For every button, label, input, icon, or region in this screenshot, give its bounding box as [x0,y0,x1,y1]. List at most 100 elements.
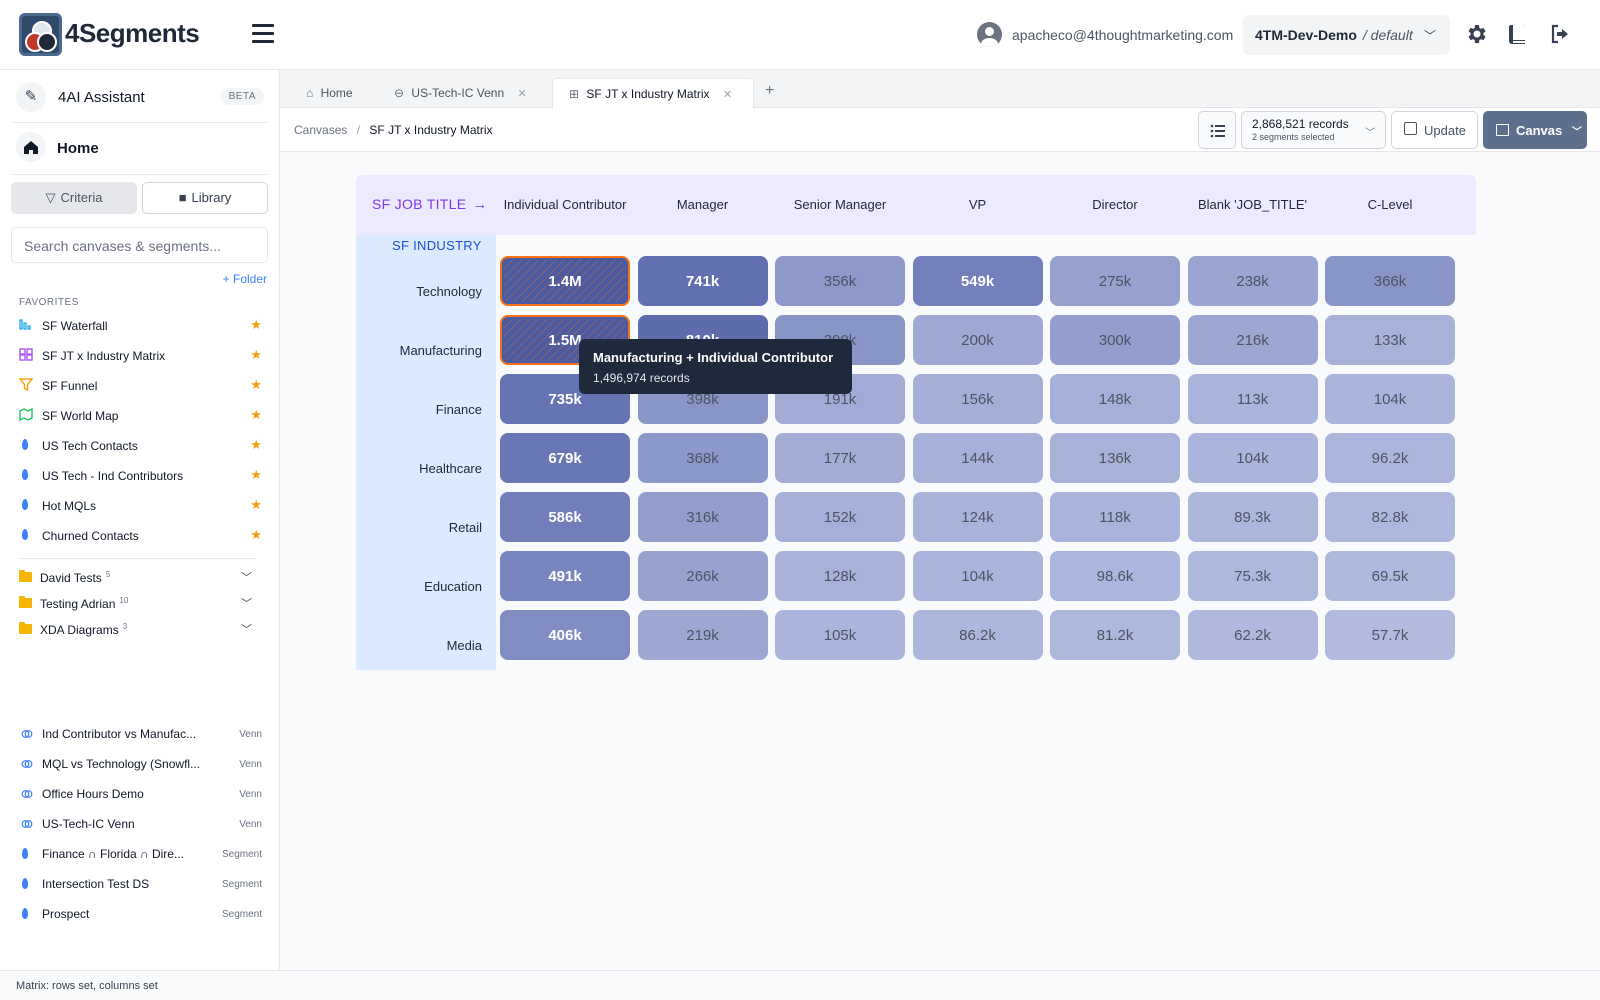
canvas-menu-button[interactable]: Canvas ﹀ [1483,111,1587,149]
matrix-cell[interactable]: 81.2k [1050,610,1180,660]
matrix-cell[interactable]: 86.2k [912,610,1043,660]
matrix-cell[interactable]: 1.4M [500,256,630,306]
tab-home[interactable]: ⌂ Home [306,78,353,108]
matrix-cell[interactable]: 586k [500,492,630,542]
matrix-cell[interactable]: 105k [775,610,905,660]
matrix-cell[interactable]: 75.3k [1187,551,1318,601]
matrix-cell[interactable]: 136k [1050,433,1180,483]
matrix-cell[interactable]: 148k [1050,374,1180,424]
row-header[interactable]: Retail [449,520,482,535]
matrix-cell[interactable]: 316k [637,492,768,542]
matrix-cell[interactable]: 741k [637,256,768,306]
matrix-cell[interactable]: 177k [775,433,905,483]
star-icon[interactable]: ★ [250,467,262,483]
matrix-cell[interactable]: 366k [1325,256,1455,306]
industry-axis-label[interactable]: SF INDUSTRY [392,238,482,253]
column-header[interactable]: Senior Manager [772,175,908,235]
search-input[interactable]: Search canvases & segments... [11,227,268,263]
row-header[interactable]: Education [424,579,482,594]
favorite-item[interactable]: SF World Map ★ [19,400,262,430]
column-header[interactable]: Individual Contributor [497,175,633,235]
matrix-cell[interactable]: 152k [775,492,905,542]
ai-assistant-button[interactable]: ✎ 4AI Assistant BETA [16,82,266,114]
favorite-item[interactable]: SF JT x Industry Matrix ★ [19,340,262,370]
matrix-cell[interactable]: 124k [912,492,1043,542]
gear-icon[interactable] [1464,22,1488,46]
matrix-cell[interactable]: 200k [912,315,1043,365]
book-icon[interactable] [1506,22,1530,46]
logout-icon[interactable] [1548,22,1572,46]
job-title-axis-label[interactable]: SF JOB TITLE → [372,196,488,213]
matrix-cell[interactable]: 82.8k [1325,492,1455,542]
column-header[interactable]: Blank 'JOB_TITLE' [1185,175,1321,235]
folder-item[interactable]: David Tests 5 ﹀ [19,564,262,590]
app-logo[interactable] [19,13,62,56]
row-header[interactable]: Manufacturing [400,343,482,358]
org-selector[interactable]: 4TM-Dev-Demo / default ﹀ [1243,15,1450,55]
matrix-cell[interactable]: 98.6k [1050,551,1180,601]
matrix-cell[interactable]: 62.2k [1187,610,1318,660]
favorite-item[interactable]: Hot MQLs ★ [19,490,262,520]
matrix-cell[interactable]: 104k [1325,374,1455,424]
matrix-cell[interactable]: 69.5k [1325,551,1455,601]
add-tab-button[interactable]: + [765,82,774,100]
matrix-cell[interactable]: 300k [1050,315,1180,365]
breadcrumb-canvases[interactable]: Canvases [294,123,347,137]
matrix-cell[interactable]: 238k [1187,256,1318,306]
close-icon[interactable]: ✕ [723,89,732,101]
matrix-cell[interactable]: 128k [775,551,905,601]
favorite-item[interactable]: US Tech - Ind Contributors ★ [19,460,262,490]
favorite-item[interactable]: US Tech Contacts ★ [19,430,262,460]
row-header[interactable]: Media [447,638,482,653]
folder-item[interactable]: XDA Diagrams 3 ﹀ [19,616,262,642]
matrix-cell[interactable]: 406k [500,610,630,660]
matrix-cell[interactable]: 133k [1325,315,1455,365]
favorite-item[interactable]: Churned Contacts ★ [19,520,262,550]
star-icon[interactable]: ★ [250,377,262,393]
library-button[interactable]: ■ Library [142,182,268,214]
library-item[interactable]: Prospect Segment [19,899,262,929]
update-button[interactable]: Update [1391,111,1478,149]
library-item[interactable]: US-Tech-IC Venn Venn [19,809,262,839]
sidebar-home[interactable]: Home [16,132,266,164]
tab-sf-jt-industry-matrix[interactable]: ⊞ SF JT x Industry Matrix ✕ [552,78,754,108]
star-icon[interactable]: ★ [250,497,262,513]
criteria-button[interactable]: ▽ Criteria [11,182,137,214]
matrix-cell[interactable]: 104k [912,551,1043,601]
close-icon[interactable]: ✕ [517,88,526,100]
matrix-cell[interactable]: 144k [912,433,1043,483]
star-icon[interactable]: ★ [250,317,262,333]
library-item[interactable]: Intersection Test DS Segment [19,869,262,899]
star-icon[interactable]: ★ [250,437,262,453]
library-item[interactable]: Finance ∩ Florida ∩ Dire... Segment [19,839,262,869]
library-item[interactable]: Ind Contributor vs Manufac... Venn [19,719,262,749]
matrix-cell[interactable]: 57.7k [1325,610,1455,660]
records-summary-button[interactable]: 2,868,521 records 2 segments selected ﹀ [1241,111,1386,149]
matrix-cell[interactable]: 549k [912,256,1043,306]
favorite-item[interactable]: SF Waterfall ★ [19,310,262,340]
matrix-cell[interactable]: 219k [637,610,768,660]
favorite-item[interactable]: SF Funnel ★ [18,370,262,400]
matrix-cell[interactable]: 368k [637,433,768,483]
matrix-cell[interactable]: 89.3k [1187,492,1318,542]
folder-item[interactable]: Testing Adrian 10 ﹀ [19,590,262,616]
library-item[interactable]: MQL vs Technology (Snowfl... Venn [19,749,262,779]
matrix-cell[interactable]: 356k [775,256,905,306]
add-folder-button[interactable]: + Folder [223,272,267,286]
chevron-down-icon[interactable]: ﹀ [241,569,252,585]
matrix-cell[interactable]: 491k [500,551,630,601]
row-header[interactable]: Healthcare [419,461,482,476]
row-header[interactable]: Technology [416,284,482,299]
chevron-down-icon[interactable]: ﹀ [241,595,252,611]
column-header[interactable]: C-Level [1322,175,1458,235]
chevron-down-icon[interactable]: ﹀ [241,621,252,637]
star-icon[interactable]: ★ [250,407,262,423]
column-header[interactable]: Director [1047,175,1183,235]
matrix-cell[interactable]: 156k [912,374,1043,424]
matrix-cell[interactable]: 118k [1050,492,1180,542]
matrix-cell[interactable]: 104k [1187,433,1318,483]
matrix-cell[interactable]: 216k [1187,315,1318,365]
row-header[interactable]: Finance [436,402,482,417]
matrix-cell[interactable]: 113k [1187,374,1318,424]
column-header[interactable]: Manager [635,175,771,235]
